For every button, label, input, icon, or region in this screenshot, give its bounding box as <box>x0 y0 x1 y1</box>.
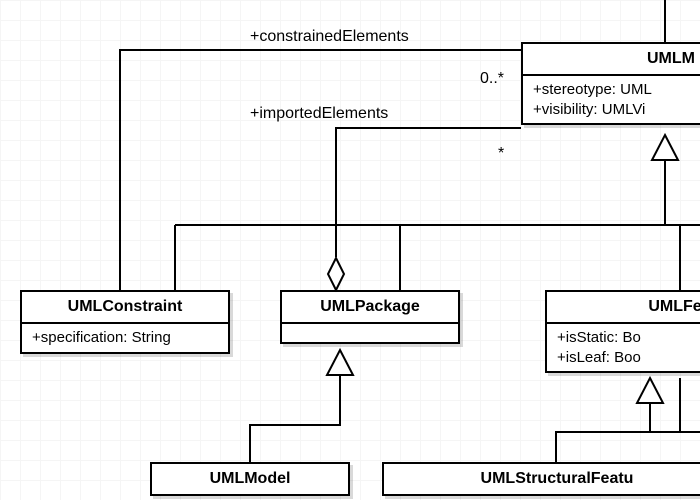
class-umlmodel[interactable]: UMLModel <box>150 462 350 496</box>
attr-row: +isLeaf: Boo <box>557 348 700 368</box>
label-mult-constrained: 0..* <box>480 70 504 88</box>
class-title: UMLConstraint <box>22 292 228 324</box>
attr-row: +stereotype: UML <box>533 80 700 100</box>
class-attrs: +isStatic: Bo +isLeaf: Boo <box>547 324 700 371</box>
class-title: UMLFe <box>547 292 700 324</box>
class-title: UMLM <box>523 44 700 76</box>
label-constrained-elements: +constrainedElements <box>250 28 409 46</box>
class-attrs <box>282 324 458 342</box>
class-umlfe[interactable]: UMLFe +isStatic: Bo +isLeaf: Boo <box>545 290 700 373</box>
label-imported-elements: +importedElements <box>250 105 388 123</box>
attr-row: +isStatic: Bo <box>557 328 700 348</box>
class-umlstructuralfeatu[interactable]: UMLStructuralFeatu <box>382 462 700 496</box>
class-title: UMLStructuralFeatu <box>384 464 700 494</box>
class-umlpackage[interactable]: UMLPackage <box>280 290 460 344</box>
class-title: UMLPackage <box>282 292 458 324</box>
class-attrs: +specification: String <box>22 324 228 352</box>
class-umlm[interactable]: UMLM +stereotype: UML +visibility: UMLVi <box>521 42 700 125</box>
attr-row: +specification: String <box>32 328 218 348</box>
label-mult-imported: * <box>498 145 504 163</box>
class-umlconstraint[interactable]: UMLConstraint +specification: String <box>20 290 230 354</box>
attr-row: +visibility: UMLVi <box>533 100 700 120</box>
class-attrs: +stereotype: UML +visibility: UMLVi <box>523 76 700 123</box>
class-title: UMLModel <box>152 464 348 494</box>
